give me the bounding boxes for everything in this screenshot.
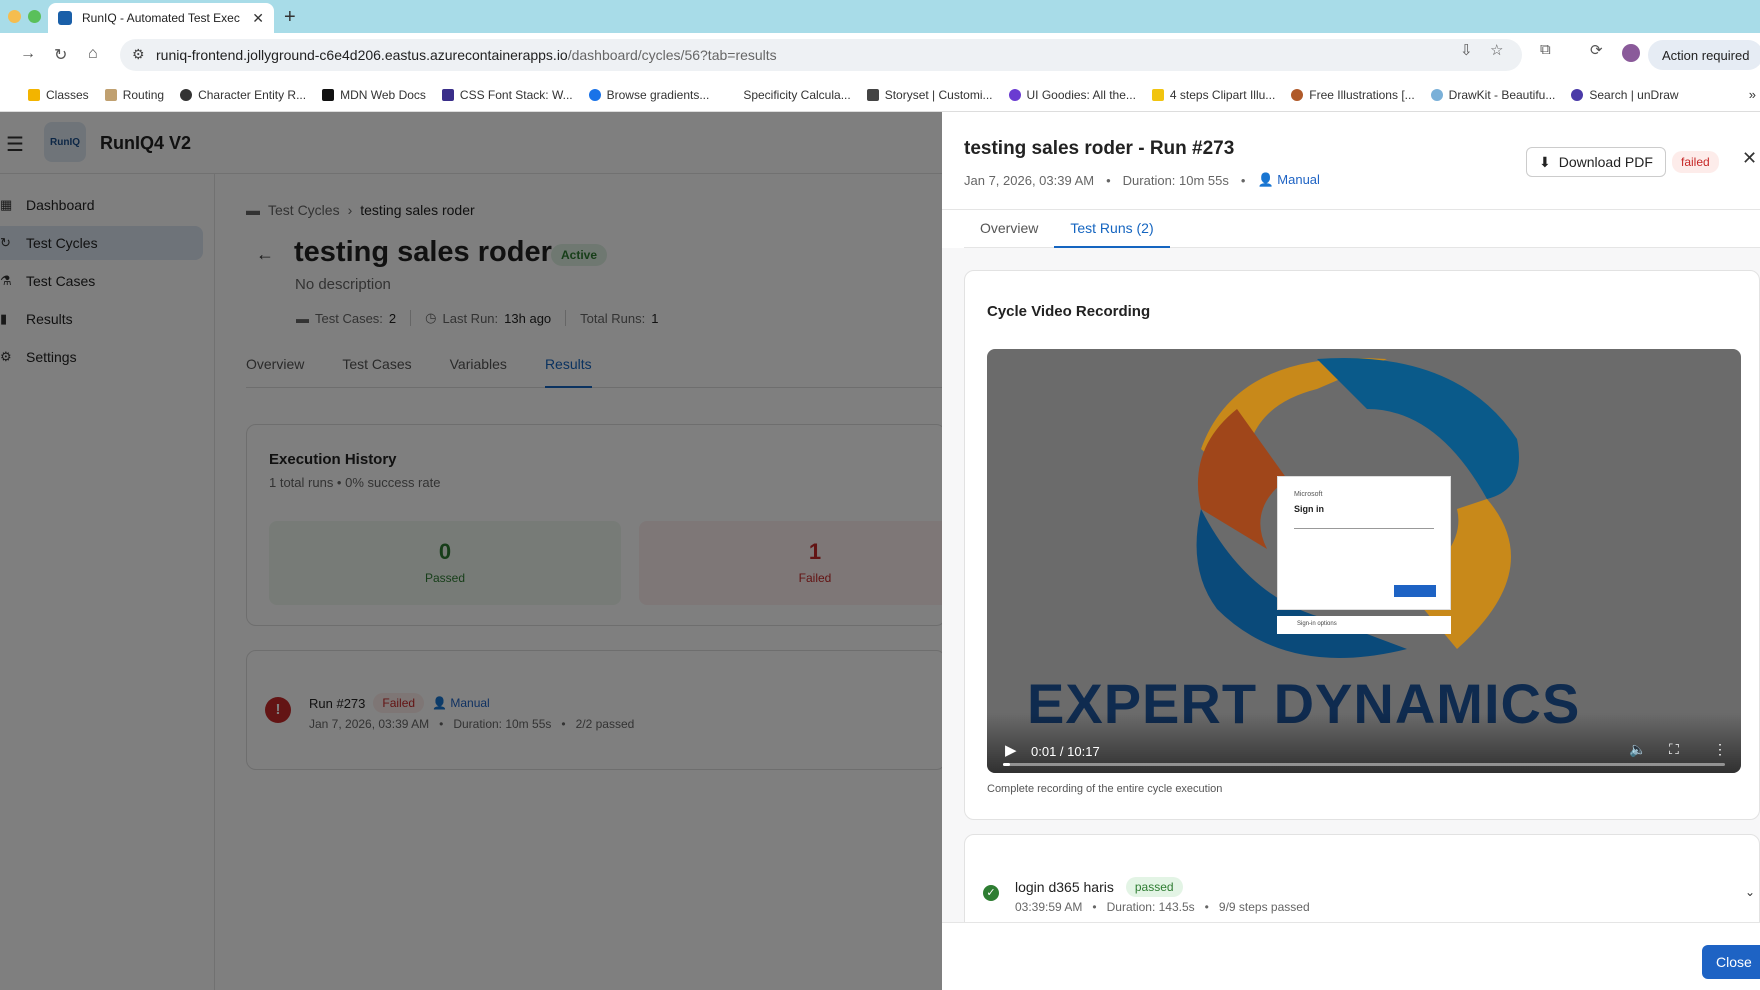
bookmark-item[interactable]: Search | unDraw: [1571, 88, 1679, 102]
bookmark-icon: [441, 88, 454, 101]
bookmark-item[interactable]: Storyset | Customi...: [866, 88, 993, 102]
trigger-label: 👤 Manual: [1257, 172, 1320, 187]
bookmark-item[interactable]: DrawKit - Beautifu...: [1430, 88, 1555, 102]
test-case-meta: 03:39:59 AM • Duration: 143.5s • 9/9 ste…: [1015, 900, 1310, 914]
video-time: 0:01 / 10:17: [1031, 744, 1100, 759]
drawer-body: Cycle Video Recording Microsoft Sign in: [942, 248, 1760, 922]
more-options-icon[interactable]: ⋮: [1713, 741, 1727, 758]
test-case-name: login d365 haris: [1015, 879, 1114, 895]
play-icon[interactable]: ▶: [1005, 741, 1017, 759]
video-card: Cycle Video Recording Microsoft Sign in: [964, 270, 1760, 820]
tab-overview[interactable]: Overview: [964, 210, 1054, 248]
url-host: runiq-frontend.jollyground-c6e4d206.east…: [156, 47, 568, 63]
drawer-header: testing sales roder - Run #273 Jan 7, 20…: [942, 112, 1760, 210]
heart-icon: [1008, 88, 1021, 101]
bookmark-star-icon[interactable]: ☆: [1490, 41, 1503, 59]
test-case-status-badge: passed: [1125, 877, 1183, 897]
check-circle-icon: ✓: [983, 885, 999, 901]
test-case-run-card[interactable]: ✓ login d365 haris passed 03:39:59 AM • …: [964, 834, 1760, 922]
bookmark-icon: [180, 88, 193, 101]
run-detail-drawer: testing sales roder - Run #273 Jan 7, 20…: [942, 112, 1760, 990]
site-settings-icon[interactable]: ⚙: [132, 46, 145, 63]
bookmark-icon: [322, 88, 335, 101]
bookmark-item[interactable]: CSS Font Stack: W...: [441, 88, 573, 102]
tab-title: RunIQ - Automated Test Exec: [82, 11, 240, 25]
bookmark-icon: [588, 88, 601, 101]
close-tab-icon[interactable]: ✕: [252, 10, 264, 27]
video-progress-fill: [1003, 763, 1011, 766]
address-bar[interactable]: ⚙ runiq-frontend.jollyground-c6e4d206.ea…: [120, 39, 1522, 71]
video-player[interactable]: Microsoft Sign in Sign-in options EXPERT…: [987, 349, 1741, 773]
reload-icon[interactable]: ↻: [54, 45, 67, 65]
bookmark-item[interactable]: Specificity Calcula...: [725, 88, 851, 102]
more-bookmarks-icon[interactable]: »: [1749, 87, 1756, 102]
bookmark-icon: [725, 88, 738, 101]
bookmark-icon: [866, 88, 879, 101]
download-icon: ⬇: [1539, 153, 1551, 170]
minimize-window-icon[interactable]: [8, 10, 21, 23]
drawer-tabs: Overview Test Runs (2): [964, 210, 1760, 248]
bookmark-icon: [1571, 88, 1584, 101]
bookmarks-bar: Classes Routing Character Entity R... MD…: [0, 78, 1760, 112]
tab-favicon-icon: [58, 11, 72, 25]
video-signin-options: Sign-in options: [1277, 616, 1451, 634]
video-progress-bar[interactable]: [1003, 763, 1725, 766]
bookmark-item[interactable]: Character Entity R...: [180, 88, 306, 102]
video-controls: ▶ 0:01 / 10:17 🔈 ⛶ ⋮: [987, 713, 1741, 773]
drawer-meta: Jan 7, 2026, 03:39 AM • Duration: 10m 55s…: [964, 172, 1320, 188]
browser-toolbar: → ↻ ⌂ ⚙ runiq-frontend.jollyground-c6e4d…: [0, 33, 1760, 78]
test-case-title-row: login d365 haris passed: [1015, 877, 1183, 897]
extensions-icon[interactable]: ⧉: [1540, 41, 1551, 58]
folder-icon: [28, 88, 40, 101]
bookmark-item[interactable]: Free Illustrations [...: [1291, 88, 1415, 102]
browser-tab[interactable]: RunIQ - Automated Test Exec ✕: [48, 3, 274, 33]
bookmark-item[interactable]: Browse gradients...: [588, 88, 709, 102]
modal-backdrop[interactable]: [0, 112, 942, 990]
video-title: Cycle Video Recording: [987, 303, 1151, 320]
bookmark-item[interactable]: Classes: [28, 88, 89, 102]
bookmark-item[interactable]: UI Goodies: All the...: [1008, 88, 1136, 102]
status-badge: failed: [1672, 151, 1719, 173]
drawer-footer: Close: [942, 922, 1760, 990]
volume-icon[interactable]: 🔈: [1629, 741, 1646, 758]
bookmark-icon: [104, 88, 117, 101]
bookmark-icon: [1430, 88, 1443, 101]
back-icon[interactable]: →: [20, 45, 36, 63]
bookmark-item[interactable]: Routing: [104, 88, 164, 102]
download-pdf-button[interactable]: ⬇ Download PDF: [1526, 147, 1666, 177]
fullscreen-icon[interactable]: ⛶: [1669, 741, 1679, 758]
bookmark-item[interactable]: 4 steps Clipart Illu...: [1151, 88, 1275, 102]
browser-tabstrip: RunIQ - Automated Test Exec ✕ +: [0, 0, 1760, 33]
home-icon[interactable]: ⌂: [88, 45, 98, 63]
url-path: /dashboard/cycles/56?tab=results: [567, 47, 777, 63]
close-button[interactable]: Close: [1702, 945, 1760, 979]
chevron-down-icon[interactable]: ⌄: [1745, 885, 1755, 899]
tab-test-runs[interactable]: Test Runs (2): [1054, 210, 1170, 248]
profile-avatar[interactable]: [1622, 44, 1640, 62]
video-caption: Complete recording of the entire cycle e…: [987, 783, 1223, 795]
maximize-window-icon[interactable]: [28, 10, 41, 23]
app-root: ☰ RunIQ RunIQ4 V2 ▦Dashboard ↻Test Cycle…: [0, 112, 1760, 990]
close-icon[interactable]: ✕: [1742, 148, 1757, 169]
video-signin-dialog: Microsoft Sign in: [1277, 476, 1451, 610]
bookmark-icon: [1151, 88, 1164, 101]
bookmark-icon: [1291, 88, 1304, 101]
install-app-icon[interactable]: ⇩: [1460, 41, 1473, 59]
action-required-button[interactable]: Action required: [1648, 40, 1760, 70]
sync-icon[interactable]: ⟳: [1590, 41, 1603, 59]
drawer-title: testing sales roder - Run #273: [964, 138, 1235, 159]
new-tab-icon[interactable]: +: [284, 6, 296, 29]
bookmark-item[interactable]: MDN Web Docs: [322, 88, 426, 102]
